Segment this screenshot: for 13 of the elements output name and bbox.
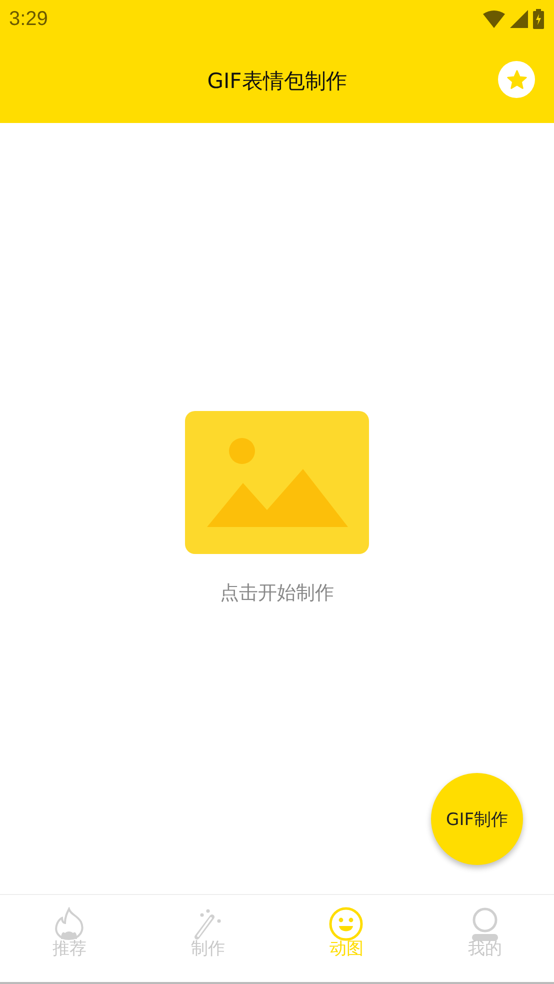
app-title: GIF表情包制作 [207, 68, 347, 94]
flame-icon [53, 907, 86, 941]
smiley-icon [329, 907, 364, 941]
wifi-icon [483, 10, 505, 28]
favorite-button[interactable] [498, 61, 535, 98]
battery-icon [533, 9, 544, 29]
signal-icon [510, 10, 528, 28]
magic-wand-icon [192, 907, 224, 941]
star-icon [506, 68, 528, 90]
status-time: 3:29 [9, 8, 48, 30]
nav-tab[interactable]: 动图 [277, 895, 416, 982]
empty-hint: 点击开始制作 [220, 581, 334, 606]
gif-make-button[interactable]: GIF制作 [431, 773, 523, 865]
